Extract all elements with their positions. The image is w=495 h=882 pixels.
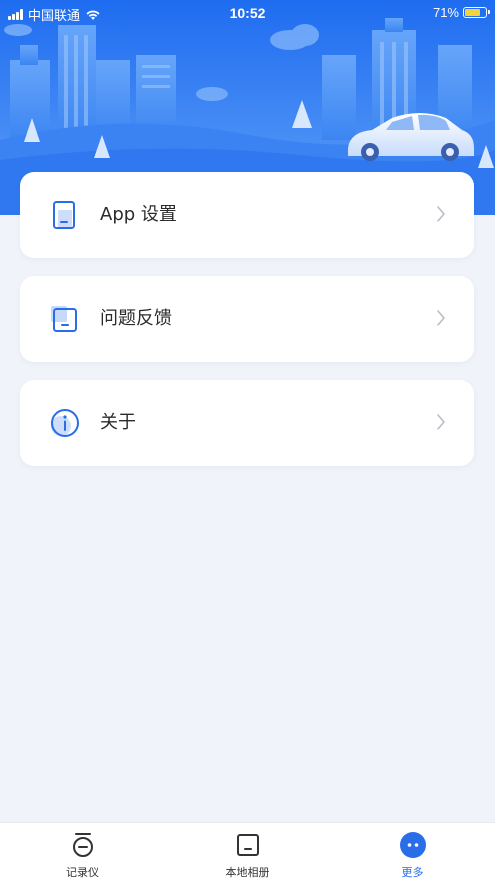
- info-icon: [51, 409, 79, 437]
- chevron-right-icon: [437, 206, 445, 222]
- status-time: 10:52: [229, 5, 266, 21]
- tab-local-album[interactable]: 本地相册: [165, 823, 330, 882]
- status-right: 71%: [432, 5, 490, 20]
- status-bar: 中国联通 10:52 71%: [0, 0, 495, 26]
- menu-item-label: 关于: [100, 412, 136, 433]
- bottom-tab-bar: 记录仪 本地相册 更多: [0, 822, 495, 882]
- phone-settings-icon: [53, 201, 75, 229]
- battery-icon: [463, 7, 490, 18]
- menu-item-app-settings[interactable]: App 设置: [20, 172, 474, 258]
- tab-label: 记录仪: [66, 866, 99, 879]
- album-icon: [236, 834, 259, 856]
- tab-recorder[interactable]: 记录仪: [0, 823, 165, 882]
- tab-label: 本地相册: [225, 866, 270, 879]
- menu-item-label: App 设置: [100, 204, 177, 225]
- chevron-right-icon: [437, 414, 445, 430]
- feedback-icon: [51, 306, 77, 332]
- menu-item-feedback[interactable]: 问题反馈: [20, 276, 474, 362]
- menu-item-about[interactable]: 关于: [20, 380, 474, 466]
- more-icon: [399, 832, 426, 858]
- tab-label: 更多: [401, 866, 424, 879]
- camera-recorder-icon: [72, 833, 93, 857]
- battery-percent: 71%: [432, 5, 459, 20]
- menu-item-label: 问题反馈: [100, 308, 172, 329]
- tab-more[interactable]: 更多: [330, 823, 495, 882]
- chevron-right-icon: [437, 310, 445, 326]
